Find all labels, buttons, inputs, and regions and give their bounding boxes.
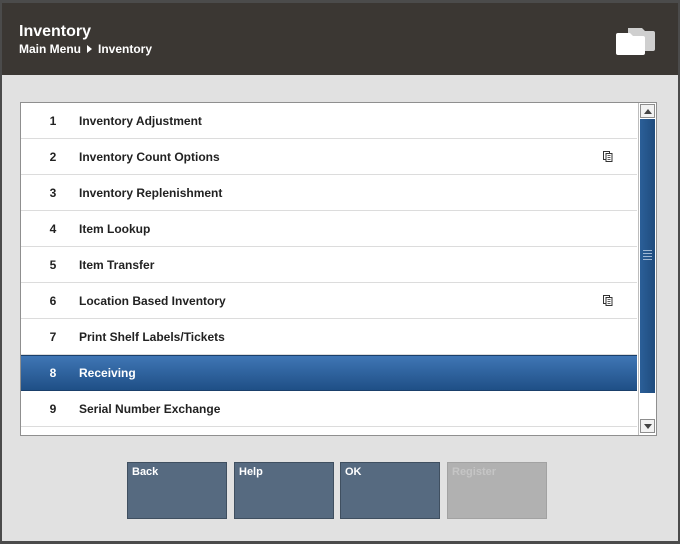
menu-item-number: 8: [49, 366, 57, 380]
menu-item-label: Item Lookup: [79, 221, 151, 236]
camera-icon[interactable]: [614, 25, 656, 57]
menu-item-number: 1: [49, 113, 57, 128]
menu-item-2[interactable]: 2 Inventory Count Options: [21, 139, 637, 175]
page-title: Inventory: [19, 23, 92, 40]
breadcrumb-inventory: Inventory: [98, 42, 153, 56]
breadcrumb: Main Menu Inventory: [19, 42, 152, 56]
menu-item-4[interactable]: 4 Item Lookup: [21, 211, 637, 247]
scroll-down-button[interactable]: [640, 419, 655, 433]
menu-item-number: 6: [49, 293, 57, 308]
menu-item-label: Serial Number Exchange: [79, 401, 221, 416]
menu-item-label: Inventory Replenishment: [79, 185, 223, 200]
grip-line: [643, 250, 652, 251]
register-button: Register: [447, 462, 547, 519]
menu-item-label: Inventory Count Options: [79, 149, 220, 164]
menu-item-number: 5: [49, 257, 57, 272]
menu-item-number: 9: [49, 401, 57, 416]
menu-item-1[interactable]: 1 Inventory Adjustment: [21, 103, 637, 139]
submenu-icon: [603, 151, 613, 162]
arrow-up-icon: [644, 109, 652, 114]
breadcrumb-main-menu[interactable]: Main Menu: [19, 42, 81, 56]
menu-item-label: Location Based Inventory: [79, 293, 226, 308]
menu-item-5[interactable]: 5 Item Transfer: [21, 247, 637, 283]
grip-line: [643, 259, 652, 260]
menu-item-label: Item Transfer: [79, 257, 155, 272]
menu-item-8[interactable]: 8 Receiving: [21, 355, 637, 391]
header-bar: Inventory Main Menu Inventory: [2, 3, 678, 75]
submenu-icon: [603, 295, 613, 306]
menu-item-9[interactable]: 9 Serial Number Exchange: [21, 391, 637, 427]
menu-item-number: 2: [49, 149, 57, 164]
menu-item-6[interactable]: 6 Location Based Inventory: [21, 283, 637, 319]
menu-item-number: 7: [49, 329, 57, 344]
menu-item-number: 3: [49, 185, 57, 200]
scroll-up-button[interactable]: [640, 104, 655, 118]
breadcrumb-arrow-icon: [87, 45, 92, 53]
app-window: Inventory Main Menu Inventory 1 Inventory…: [2, 3, 678, 541]
grip-line: [643, 253, 652, 254]
menu-item-label: Inventory Adjustment: [79, 113, 202, 128]
menu-list: 1 Inventory Adjustment 2 Inventory Count Op…: [20, 102, 657, 436]
grip-line: [643, 256, 652, 257]
arrow-down-icon: [644, 424, 652, 429]
menu-item-number: 4: [49, 221, 57, 236]
scroll-thumb[interactable]: [640, 119, 655, 393]
menu-item-7[interactable]: 7 Print Shelf Labels/Tickets: [21, 319, 637, 355]
back-button[interactable]: Back: [127, 462, 227, 519]
menu-item-label: Print Shelf Labels/Tickets: [79, 329, 225, 344]
scrollbar[interactable]: [638, 103, 656, 435]
ok-button[interactable]: OK: [340, 462, 440, 519]
help-button[interactable]: Help: [234, 462, 334, 519]
menu-item-label: Receiving: [79, 366, 136, 380]
menu-item-3[interactable]: 3 Inventory Replenishment: [21, 175, 637, 211]
